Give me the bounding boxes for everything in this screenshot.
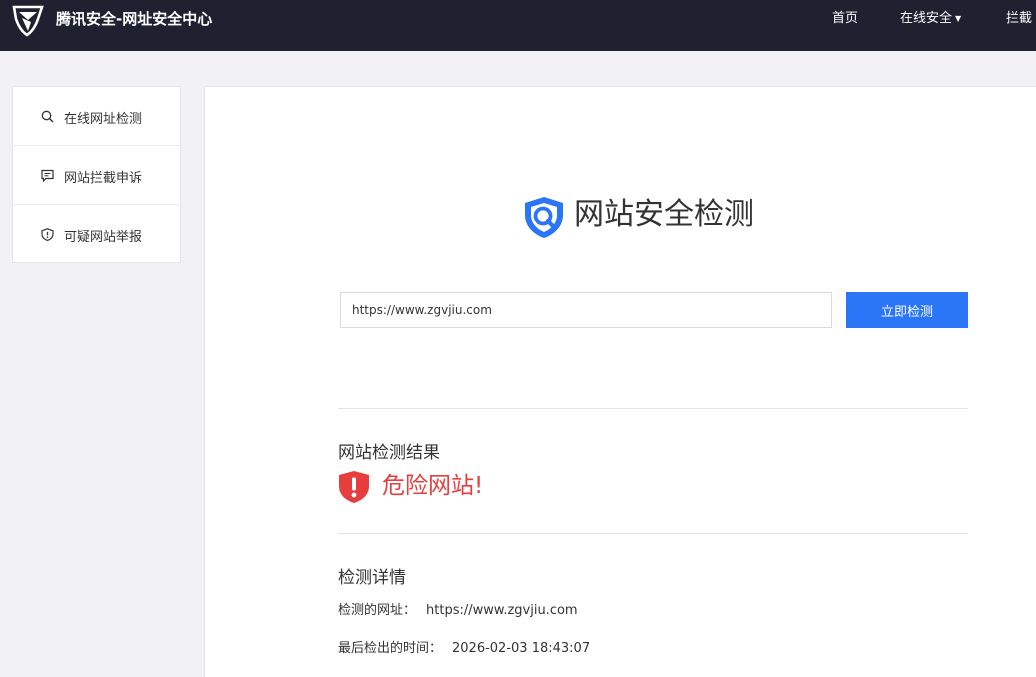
sidebar-item-site-appeal[interactable]: 网站拦截申诉 [13, 146, 180, 205]
danger-shield-icon [339, 471, 369, 503]
main-content-panel: 网站安全检测 立即检测 网站检测结果 危险网站! 检测详情 检测的网址： http… [204, 86, 1036, 677]
shield-alert-icon [41, 228, 54, 241]
sidebar-item-label: 网站拦截申诉 [64, 171, 143, 186]
details-section-title: 检测详情 [338, 568, 406, 588]
check-now-button[interactable]: 立即检测 [846, 292, 968, 328]
detail-value: https://www.zgvjiu.com [426, 603, 578, 618]
result-section-title: 网站检测结果 [338, 443, 440, 463]
sidebar-item-label: 可疑网站举报 [64, 230, 143, 245]
sidebar-item-online-url-check[interactable]: 在线网址检测 [13, 87, 180, 146]
security-scan-logo-icon [525, 197, 563, 238]
section-divider [338, 533, 968, 534]
detail-label: 最后检出的时间： [338, 641, 443, 656]
nav-home[interactable]: 首页 [832, 10, 858, 28]
detail-value: 2026-02-03 18:43:07 [452, 641, 591, 656]
danger-status-text: 危险网站! [382, 473, 484, 499]
detail-label: 检测的网址： [338, 603, 417, 618]
tencent-security-logo-icon[interactable] [11, 3, 45, 37]
top-navigation-bar: 腾讯安全-网址安全中心 首页 在线安全 ▼ 拦截 [0, 0, 1036, 51]
sidebar-item-label: 在线网址检测 [64, 112, 143, 127]
detail-row-last-detected: 最后检出的时间： 2026-02-03 18:43:07 [338, 640, 590, 658]
nav-online-security[interactable]: 在线安全 ▼ [900, 10, 961, 28]
sidebar: 在线网址检测 网站拦截申诉 可疑网站举报 [12, 86, 181, 263]
search-icon [41, 110, 54, 123]
caret-down-icon: ▼ [955, 14, 962, 23]
url-input[interactable] [340, 292, 832, 328]
section-divider [338, 408, 968, 409]
site-brand-title[interactable]: 腾讯安全-网址安全中心 [56, 9, 212, 29]
page-title: 网站安全检测 [574, 197, 754, 232]
nav-online-security-label: 在线安全 [900, 11, 953, 26]
sidebar-item-report-suspicious[interactable]: 可疑网站举报 [13, 205, 180, 264]
message-icon [41, 169, 54, 182]
detail-row-url: 检测的网址： https://www.zgvjiu.com [338, 602, 578, 620]
nav-interception[interactable]: 拦截 [1006, 10, 1032, 28]
